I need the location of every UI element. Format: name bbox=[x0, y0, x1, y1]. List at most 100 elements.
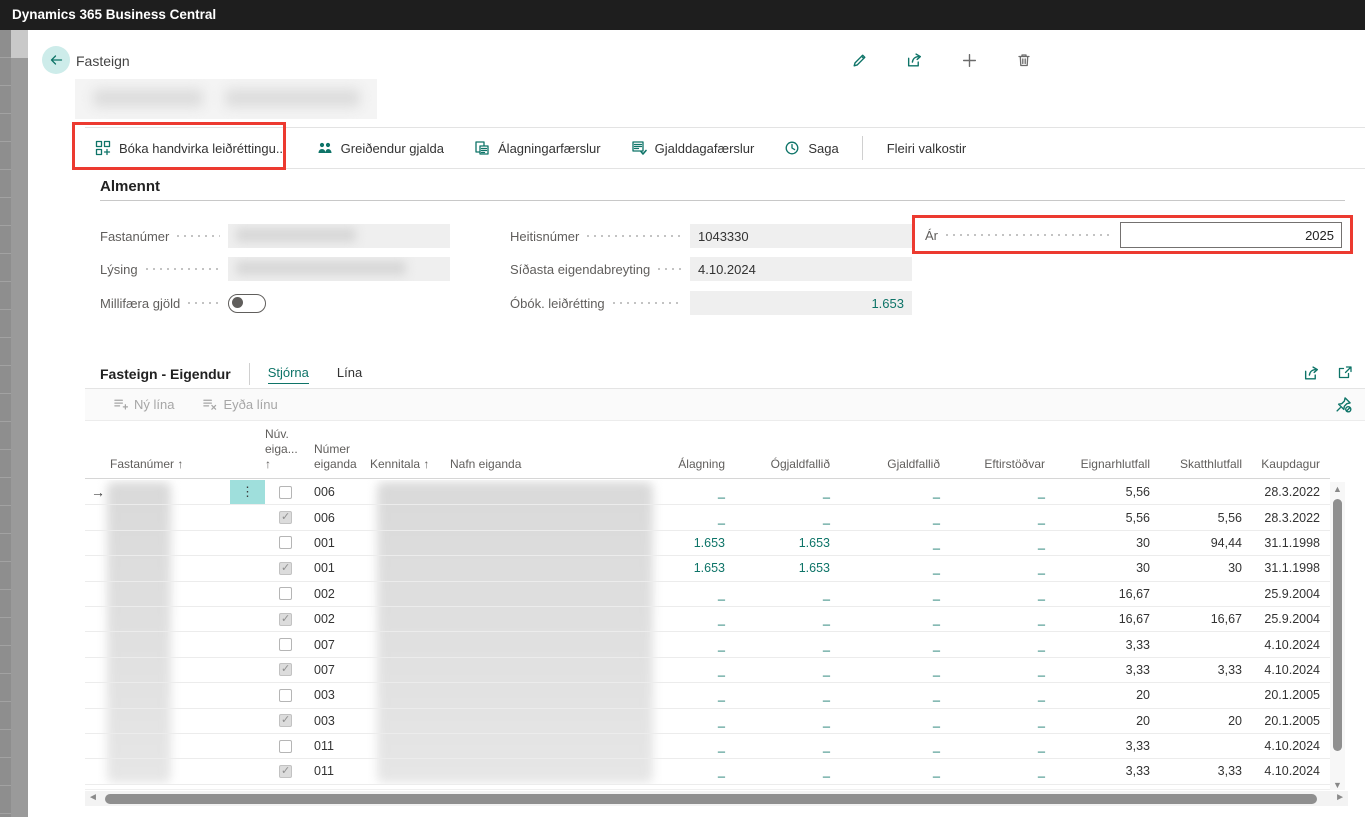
row-menu-button[interactable] bbox=[230, 607, 265, 631]
cell-numer-eiganda[interactable]: 006 bbox=[310, 505, 370, 529]
cell-fastanumer[interactable] bbox=[85, 505, 230, 529]
cell-kaupdagur[interactable]: 4.10.2024 bbox=[1252, 658, 1330, 682]
cell-fastanumer[interactable] bbox=[85, 480, 230, 504]
cell-skatthlutfall[interactable]: 30 bbox=[1160, 556, 1252, 580]
cell-eftirstodvar[interactable]: _ bbox=[950, 658, 1055, 682]
current-owner-checkbox[interactable] bbox=[279, 638, 292, 651]
cell-fastanumer[interactable] bbox=[85, 734, 230, 758]
cell-kennitala[interactable] bbox=[370, 607, 450, 631]
column-header-eignarhlutfall[interactable]: Eignarhlutfall bbox=[1055, 457, 1160, 478]
scroll-left-arrow[interactable]: ◄ bbox=[88, 792, 98, 803]
cell-gjaldfallid[interactable]: _ bbox=[840, 658, 950, 682]
column-header-kaupdagur[interactable]: Kaupdagur bbox=[1252, 457, 1330, 478]
cell-nafn-eiganda[interactable] bbox=[450, 709, 630, 733]
cell-kaupdagur[interactable]: 28.3.2022 bbox=[1252, 480, 1330, 504]
cell-eignarhlutfall[interactable]: 5,56 bbox=[1055, 505, 1160, 529]
cell-nuv-eigandi[interactable] bbox=[265, 505, 310, 529]
cell-numer-eiganda[interactable]: 011 bbox=[310, 734, 370, 758]
cell-alagning[interactable]: _ bbox=[630, 632, 735, 656]
cell-gjaldfallid[interactable]: _ bbox=[840, 607, 950, 631]
cell-skatthlutfall[interactable]: 94,44 bbox=[1160, 531, 1252, 555]
card-tab[interactable]: Stjórna bbox=[268, 365, 309, 384]
current-owner-checkbox[interactable] bbox=[279, 562, 292, 575]
table-row[interactable]: 006 _ _ _ _ 5,56 5,56 28.3.2022 bbox=[85, 505, 1330, 530]
cell-fastanumer[interactable] bbox=[85, 759, 230, 783]
cell-fastanumer[interactable] bbox=[85, 658, 230, 682]
cell-ogjaldfallid[interactable]: _ bbox=[735, 709, 840, 733]
column-header-eftirstodvar[interactable]: Eftirstöðvar bbox=[950, 457, 1055, 478]
cell-nuv-eigandi[interactable] bbox=[265, 709, 310, 733]
cell-numer-eiganda[interactable]: 001 bbox=[310, 531, 370, 555]
cell-alagning[interactable]: _ bbox=[630, 759, 735, 783]
cell-kennitala[interactable] bbox=[370, 759, 450, 783]
cell-eftirstodvar[interactable]: _ bbox=[950, 683, 1055, 707]
cell-alagning[interactable]: _ bbox=[630, 658, 735, 682]
cell-eignarhlutfall[interactable]: 20 bbox=[1055, 709, 1160, 733]
cell-fastanumer[interactable] bbox=[85, 556, 230, 580]
ar-input[interactable] bbox=[1120, 222, 1342, 248]
cell-kennitala[interactable] bbox=[370, 734, 450, 758]
cell-alagning[interactable]: 1.653 bbox=[630, 556, 735, 580]
cell-gjaldfallid[interactable]: _ bbox=[840, 709, 950, 733]
card-popout-button[interactable] bbox=[1337, 365, 1355, 383]
table-horizontal-scrollbar[interactable]: ◄ ► bbox=[85, 791, 1348, 806]
cell-ogjaldfallid[interactable]: _ bbox=[735, 734, 840, 758]
cell-gjaldfallid[interactable]: _ bbox=[840, 505, 950, 529]
cell-eftirstodvar[interactable]: _ bbox=[950, 709, 1055, 733]
cell-gjaldfallid[interactable]: _ bbox=[840, 759, 950, 783]
cell-eftirstodvar[interactable]: _ bbox=[950, 531, 1055, 555]
back-button[interactable] bbox=[42, 46, 70, 74]
delete-button[interactable] bbox=[1013, 49, 1035, 71]
scroll-up-arrow[interactable]: ▲ bbox=[1330, 484, 1345, 494]
cell-kaupdagur[interactable]: 28.3.2022 bbox=[1252, 505, 1330, 529]
edit-button[interactable] bbox=[848, 49, 870, 71]
cell-kaupdagur[interactable]: 31.1.1998 bbox=[1252, 531, 1330, 555]
current-owner-checkbox[interactable] bbox=[279, 765, 292, 778]
cell-kaupdagur[interactable]: 4.10.2024 bbox=[1252, 759, 1330, 783]
table-row[interactable]: 011 _ _ _ _ 3,33 3,33 4.10.2024 bbox=[85, 759, 1330, 784]
cell-eftirstodvar[interactable]: _ bbox=[950, 480, 1055, 504]
more-options-button[interactable]: Fleiri valkostir bbox=[871, 141, 982, 156]
share-button[interactable] bbox=[903, 49, 925, 71]
row-menu-button[interactable]: ⋮ bbox=[230, 480, 265, 504]
cell-alagning[interactable]: _ bbox=[630, 607, 735, 631]
current-owner-checkbox[interactable] bbox=[279, 740, 292, 753]
cell-eignarhlutfall[interactable]: 3,33 bbox=[1055, 658, 1160, 682]
cell-eftirstodvar[interactable]: _ bbox=[950, 759, 1055, 783]
cell-nafn-eiganda[interactable] bbox=[450, 607, 630, 631]
action-bar-item[interactable]: Bóka handvirka leiðréttingu... bbox=[85, 128, 302, 168]
cell-eignarhlutfall[interactable]: 30 bbox=[1055, 531, 1160, 555]
cell-skatthlutfall[interactable]: 3,33 bbox=[1160, 658, 1252, 682]
cell-alagning[interactable]: _ bbox=[630, 683, 735, 707]
cell-eignarhlutfall[interactable]: 20 bbox=[1055, 683, 1160, 707]
cell-numer-eiganda[interactable]: 006 bbox=[310, 480, 370, 504]
cell-nafn-eiganda[interactable] bbox=[450, 683, 630, 707]
cell-alagning[interactable]: _ bbox=[630, 709, 735, 733]
action-bar-item[interactable]: Saga bbox=[769, 128, 853, 168]
card-tab[interactable]: Lína bbox=[337, 365, 362, 383]
table-row[interactable]: 002 _ _ _ _ 16,67 25.9.2004 bbox=[85, 582, 1330, 607]
column-header-ogjaldfallid[interactable]: Ógjaldfallið bbox=[735, 457, 840, 478]
cell-kennitala[interactable] bbox=[370, 632, 450, 656]
table-row[interactable]: → ⋮ 006 _ _ _ _ 5,56 28.3.2022 bbox=[85, 480, 1330, 505]
cell-ogjaldfallid[interactable]: _ bbox=[735, 759, 840, 783]
fastanumer-value-blurred[interactable] bbox=[228, 224, 450, 248]
cell-nuv-eigandi[interactable] bbox=[265, 531, 310, 555]
cell-nuv-eigandi[interactable] bbox=[265, 759, 310, 783]
cell-nuv-eigandi[interactable] bbox=[265, 734, 310, 758]
cell-nafn-eiganda[interactable] bbox=[450, 632, 630, 656]
cell-ogjaldfallid[interactable]: _ bbox=[735, 505, 840, 529]
unpin-button[interactable] bbox=[1335, 396, 1353, 414]
action-bar-item[interactable]: Álagningarfærslur bbox=[459, 128, 616, 168]
cell-skatthlutfall[interactable]: 20 bbox=[1160, 709, 1252, 733]
cell-skatthlutfall[interactable] bbox=[1160, 582, 1252, 606]
cell-fastanumer[interactable] bbox=[85, 709, 230, 733]
cell-ogjaldfallid[interactable]: _ bbox=[735, 658, 840, 682]
row-menu-button[interactable] bbox=[230, 505, 265, 529]
cell-kaupdagur[interactable]: 25.9.2004 bbox=[1252, 582, 1330, 606]
millifaera-toggle[interactable] bbox=[228, 294, 266, 313]
cell-nafn-eiganda[interactable] bbox=[450, 480, 630, 504]
cell-ogjaldfallid[interactable]: _ bbox=[735, 582, 840, 606]
scroll-right-arrow[interactable]: ► bbox=[1335, 792, 1345, 803]
cell-eignarhlutfall[interactable]: 3,33 bbox=[1055, 734, 1160, 758]
